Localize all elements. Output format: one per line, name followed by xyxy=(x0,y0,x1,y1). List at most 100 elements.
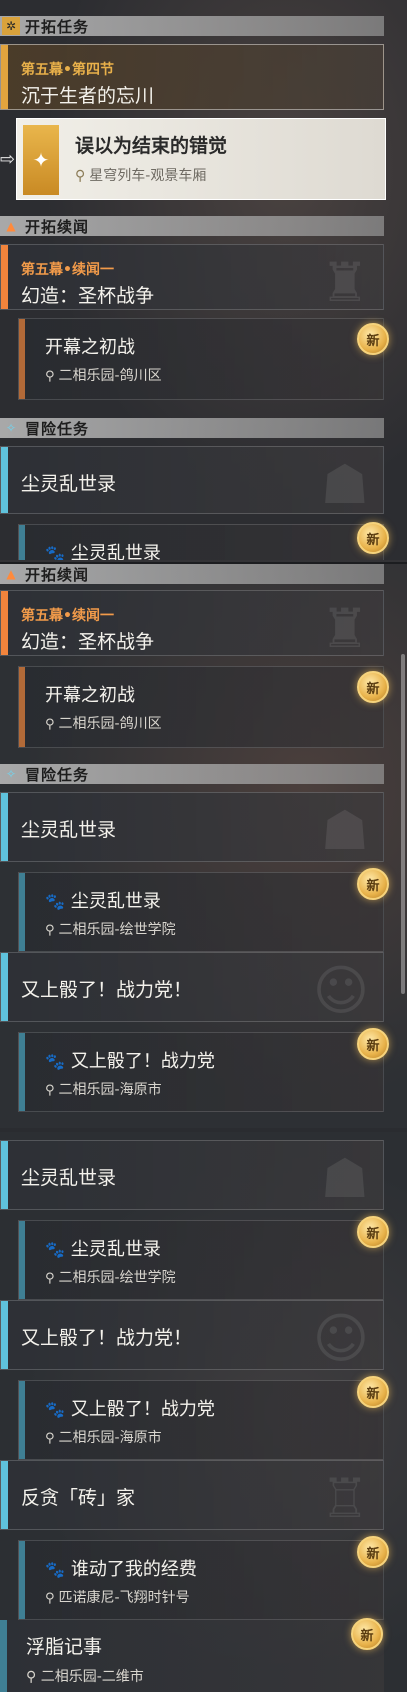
quest-chapter: 第五幕•续闻一 xyxy=(21,262,114,278)
sparkle-icon: ✧ xyxy=(5,421,17,435)
quest-step-location: ⚲ 二相乐园-海原市 xyxy=(45,1082,162,1098)
pin-icon: ⚲ xyxy=(45,923,55,938)
quest-emblem-icon: ☗ xyxy=(320,453,369,516)
card-stripe xyxy=(1,45,8,109)
new-badge: 新 xyxy=(357,671,389,703)
quest-step-location: ⚲ 二相乐园-海原市 xyxy=(45,1430,162,1446)
section-label: 开拓续闻 xyxy=(25,565,90,584)
paw-icon: 🐾 xyxy=(45,1240,65,1259)
new-badge: 新 xyxy=(357,522,389,554)
quest-card-adventure[interactable]: 又上骰了！战力党！ ☺ xyxy=(0,952,384,1022)
new-badge: 新 xyxy=(351,1618,383,1650)
quest-step-location: ⚲ 二相乐园-鸽川区 xyxy=(45,368,162,384)
quest-card-main-story[interactable]: 第五幕•第四节 沉于生者的忘川 xyxy=(0,44,384,110)
section-header-companion: ▲ 开拓续闻 xyxy=(0,564,384,584)
quest-step-location: ⚲ 二相乐园-绘世学院 xyxy=(45,1270,176,1286)
quest-step-name: 🐾 尘灵乱世录 xyxy=(45,1239,161,1260)
section-header-trailblaze: ✲ 开拓任务 xyxy=(0,16,384,36)
card-stripe xyxy=(1,1461,8,1529)
selection-arrow-icon: ⇨ xyxy=(0,149,16,170)
sparkle-icon: ✧ xyxy=(5,767,17,781)
step-stripe xyxy=(19,1381,25,1459)
card-stripe xyxy=(1,953,8,1021)
quest-step[interactable]: 🐾 又上骰了！战力党 ⚲ 二相乐园-海原市 xyxy=(18,1032,384,1112)
quest-card-companion[interactable]: 第五幕•续闻一 幻造：圣杯战争 ♜ xyxy=(0,590,384,660)
pin-icon: ⚲ xyxy=(45,369,55,384)
scrollbar[interactable] xyxy=(401,654,405,994)
quest-step-location: ⚲ 二相乐园-绘世学院 xyxy=(45,922,176,938)
step-stripe xyxy=(19,1541,25,1619)
quest-card-adventure[interactable]: 又上骰了！战力党！ ☺ xyxy=(0,1300,384,1370)
card-stripe xyxy=(1,793,8,861)
quest-title: 尘灵乱世录 xyxy=(21,473,117,495)
pin-icon: ⚲ xyxy=(45,1591,55,1606)
quest-step-name: 🐾 谁动了我的经费 xyxy=(45,1559,197,1580)
pin-icon: ⚲ xyxy=(45,1083,55,1098)
quest-list-panel-3: 尘灵乱世录 ☗ 🐾 尘灵乱世录 ⚲ 二相乐园-绘世学院 新 又上骰了！战力党！ ☺ … xyxy=(0,1128,407,1692)
quest-emblem-icon: ☺ xyxy=(312,959,369,1022)
pin-icon: ⚲ xyxy=(75,168,86,184)
quest-title: 又上骰了！战力党！ xyxy=(21,979,193,1001)
card-stripe xyxy=(1,591,8,655)
quest-list-panel-2: ▲ 开拓续闻 第五幕•续闻一 幻造：圣杯战争 ♜ 开幕之初战 ⚲ 二相乐园-鸽川区… xyxy=(0,562,407,1128)
step-stripe xyxy=(19,1221,25,1299)
section-header-adventure: ✧ 冒险任务 xyxy=(0,764,384,784)
quest-card-adventure[interactable]: 尘灵乱世录 ☗ xyxy=(0,446,384,516)
card-stripe xyxy=(1,1301,8,1369)
quest-title: 幻造：圣杯战争 xyxy=(21,285,155,307)
quest-chapter: 第五幕•续闻一 xyxy=(21,608,114,624)
card-stripe xyxy=(1,447,8,513)
quest-card-adventure[interactable]: 尘灵乱世录 ☗ xyxy=(0,792,384,862)
quest-emblem-icon: ♜ xyxy=(320,251,369,314)
quest-step-location: ⚲ 匹诺康尼-飞翔时针号 xyxy=(45,1590,190,1606)
pin-icon: ⚲ xyxy=(45,717,55,732)
pin-icon: ⚲ xyxy=(45,1271,55,1286)
step-stripe xyxy=(19,525,25,560)
quest-step-name: 🐾 尘灵乱世录 xyxy=(45,539,161,560)
new-badge: 新 xyxy=(357,1028,389,1060)
quest-emblem-icon: ♖ xyxy=(320,1467,369,1530)
quest-emblem-icon: ☗ xyxy=(320,1147,369,1210)
quest-step[interactable]: 🐾 又上骰了！战力党 ⚲ 二相乐园-海原市 xyxy=(18,1380,384,1460)
step-stripe xyxy=(19,873,25,951)
new-badge: 新 xyxy=(357,1216,389,1248)
quest-card-adventure[interactable]: 尘灵乱世录 ☗ xyxy=(0,1140,384,1210)
section-label: 冒险任务 xyxy=(25,419,90,438)
quest-card-adventure[interactable]: 浮脂记事 ⚲ 二相乐园-二维市 xyxy=(0,1620,384,1692)
section-header-adventure: ✧ 冒险任务 xyxy=(0,418,384,438)
quest-step[interactable]: 🐾 谁动了我的经费 ⚲ 匹诺康尼-飞翔时针号 xyxy=(18,1540,384,1620)
quest-step-name: 开幕之初战 xyxy=(45,337,135,358)
step-stripe xyxy=(19,319,25,399)
quest-step[interactable]: 🐾 尘灵乱世录 xyxy=(18,524,384,560)
new-badge: 新 xyxy=(357,323,389,355)
quest-title: 尘灵乱世录 xyxy=(21,819,117,841)
quest-title: 幻造：圣杯战争 xyxy=(21,631,155,653)
quest-step-location: ⚲ 二相乐园-鸽川区 xyxy=(45,716,162,732)
section-label: 开拓任务 xyxy=(25,17,90,36)
card-stripe xyxy=(1,245,8,309)
quest-emblem-icon: ☺ xyxy=(312,1307,369,1370)
triangle-icon: ▲ xyxy=(6,567,16,581)
section-header-companion: ▲ 开拓续闻 xyxy=(0,216,384,236)
paw-icon: 🐾 xyxy=(45,544,65,560)
quest-step[interactable]: 🐾 尘灵乱世录 ⚲ 二相乐园-绘世学院 xyxy=(18,872,384,952)
quest-step-location: ⚲ 星穹列车-观景车厢 xyxy=(75,168,207,184)
quest-step-name: 误以为结束的错觉 xyxy=(75,135,228,157)
quest-step[interactable]: 🐾 尘灵乱世录 ⚲ 二相乐园-绘世学院 xyxy=(18,1220,384,1300)
quest-step-selected[interactable]: ✦ 误以为结束的错觉 ⚲ 星穹列车-观景车厢 xyxy=(16,118,386,200)
paw-icon: 🐾 xyxy=(45,892,65,911)
quest-badge-icon: ✦ xyxy=(23,125,59,195)
quest-location: ⚲ 二相乐园-二维市 xyxy=(26,1669,144,1685)
quest-list-panel-1: ✲ 开拓任务 第五幕•第四节 沉于生者的忘川 ⇨ ✦ 误以为结束的错觉 ⚲ 星穹列… xyxy=(0,0,407,560)
paw-icon: 🐾 xyxy=(45,1052,65,1071)
quest-title: 尘灵乱世录 xyxy=(21,1167,117,1189)
card-stripe xyxy=(1,1141,8,1209)
pin-icon: ⚲ xyxy=(45,1431,55,1446)
quest-step[interactable]: 开幕之初战 ⚲ 二相乐园-鸽川区 xyxy=(18,666,384,748)
quest-emblem-icon: ☗ xyxy=(320,799,369,862)
step-stripe xyxy=(19,667,25,747)
quest-card-companion[interactable]: 第五幕•续闻一 幻造：圣杯战争 ♜ xyxy=(0,244,384,314)
quest-step-name: 🐾 又上骰了！战力党 xyxy=(45,1051,215,1072)
quest-step[interactable]: 开幕之初战 ⚲ 二相乐园-鸽川区 xyxy=(18,318,384,400)
quest-card-adventure[interactable]: 反贪「砖」家 ♖ xyxy=(0,1460,384,1530)
